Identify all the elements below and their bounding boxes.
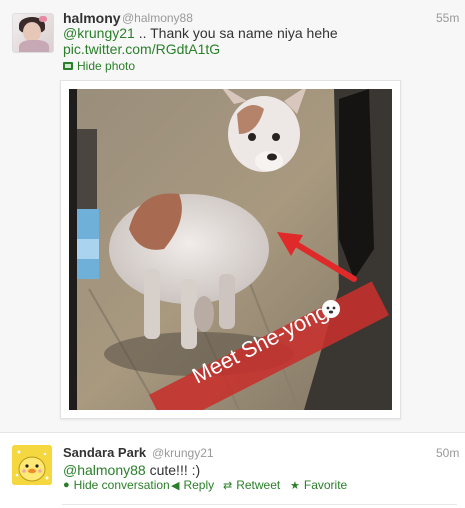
star-icon: ★ [290, 479, 300, 492]
favorite-label: Favorite [303, 478, 348, 492]
divider [62, 504, 457, 505]
tweet-sandara[interactable]: Sandara Park @krungy21 50m @halmony88 cu… [0, 433, 465, 508]
author-name[interactable]: halmony [63, 10, 121, 26]
favorite-button[interactable]: ★ Favorite [290, 478, 347, 492]
hide-conversation-button[interactable]: ● Hide conversation [63, 478, 170, 492]
tweet-body: .. Thank you sa name niya hehe [134, 25, 338, 41]
reply-icon: ◀ [171, 479, 180, 492]
retweet-button[interactable]: ⇄ Retweet [223, 478, 280, 492]
hide-conversation-label: Hide conversation [73, 478, 170, 492]
tweet-timestamp[interactable]: 55m [436, 11, 459, 25]
hide-photo-label: Hide photo [77, 59, 136, 73]
duck-avatar-image [12, 445, 52, 485]
dog-photo-image: Meet She-yong [69, 89, 392, 410]
tweet-halmony[interactable]: halmony @halmony88 55m @krungy21 .. Than… [0, 0, 465, 433]
reply-label: Reply [183, 478, 215, 492]
tweet-photo[interactable]: Meet She-yong [60, 80, 401, 419]
retweet-icon: ⇄ [223, 479, 233, 492]
photo-icon [63, 62, 73, 70]
author-name[interactable]: Sandara Park [63, 445, 146, 460]
avatar[interactable] [12, 13, 54, 53]
tweet-link-row: pic.twitter.com/RGdtA1tG [63, 41, 220, 57]
author-handle[interactable]: @krungy21 [152, 446, 214, 460]
mention-link[interactable]: @krungy21 [63, 25, 135, 41]
tweet-text: @krungy21 .. Thank you sa name niya hehe [63, 25, 338, 41]
retweet-label: Retweet [236, 478, 281, 492]
tweet-body: cute!!! :) [145, 462, 201, 478]
speech-bubble-icon: ● [63, 479, 70, 491]
tweet-text: @halmony88 cute!!! :) [63, 462, 200, 478]
photo-link[interactable]: pic.twitter.com/RGdtA1tG [63, 41, 220, 57]
hide-photo-button[interactable]: Hide photo [63, 59, 135, 73]
tweet-timestamp[interactable]: 50m [436, 446, 459, 460]
author-handle[interactable]: @halmony88 [122, 11, 193, 25]
reply-button[interactable]: ◀ Reply [171, 478, 214, 492]
mention-link[interactable]: @halmony88 [63, 462, 146, 478]
avatar[interactable] [12, 445, 52, 485]
